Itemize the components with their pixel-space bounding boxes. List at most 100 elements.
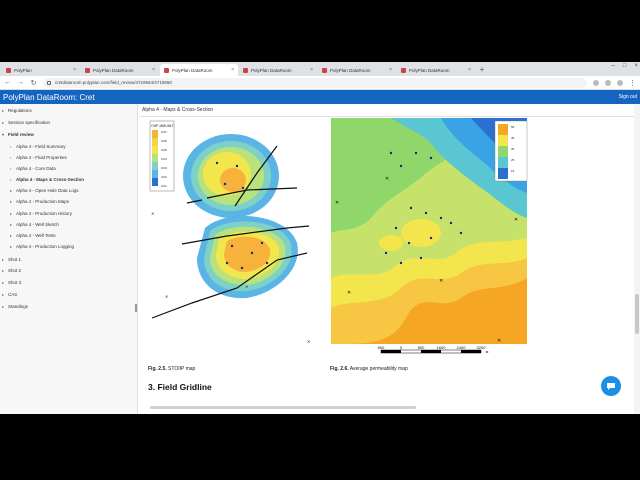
- close-window-icon[interactable]: ×: [634, 63, 638, 69]
- reload-icon[interactable]: ↻: [30, 79, 37, 87]
- tab-strip: PolyPlan × PolyPlan DataRoom × PolyPlan Da…: [0, 62, 640, 76]
- vertical-scrollbar[interactable]: [634, 104, 640, 414]
- close-icon[interactable]: ×: [389, 67, 392, 73]
- window-controls: – □ ×: [612, 63, 638, 69]
- sidebar-item-well-sketch[interactable]: ▸ Alpha 4 - Well Sketch: [10, 222, 59, 227]
- legend-tick: 15: [511, 169, 515, 173]
- tab-label: PolyPlan DataRoom: [172, 67, 213, 73]
- close-icon[interactable]: ×: [310, 67, 313, 73]
- chevron-right-icon: ▸: [10, 233, 13, 238]
- sidebar-item-session-specification[interactable]: ▸ Session specification: [2, 120, 50, 125]
- browser-tab[interactable]: PolyPlan DataRoom ×: [397, 64, 475, 76]
- url-field[interactable]: cretdataroom.polyplan.com/field_review/4…: [43, 77, 587, 88]
- bullet-icon: •: [10, 155, 12, 160]
- browser-tab[interactable]: PolyPlan DataRoom ×: [81, 64, 159, 76]
- maximize-icon[interactable]: □: [623, 63, 627, 69]
- minimize-icon[interactable]: –: [612, 63, 615, 69]
- svg-text:✕: ✕: [514, 217, 518, 223]
- sidebar-item-open-hole-data-logs[interactable]: ▸ Alpha 4 - Open Hole Data Logs: [10, 188, 79, 193]
- chevron-down-icon: ▾: [2, 132, 5, 137]
- figure-caption: Fig. 2.6. Average permeability map: [330, 366, 408, 372]
- close-icon[interactable]: ×: [73, 67, 76, 73]
- bullet-icon: •: [10, 144, 12, 149]
- lock-icon: [47, 80, 51, 85]
- legend-title: OIIP, MMUNIT: [151, 124, 174, 128]
- legend-tick: 0.03: [161, 166, 167, 170]
- svg-text:✕: ✕: [439, 278, 443, 284]
- app-title: PolyPlan DataRoom: Cret: [3, 92, 95, 102]
- extension-icon[interactable]: [593, 79, 599, 86]
- sign-out-link[interactable]: Sign out: [619, 94, 637, 100]
- sidebar-item-production-maps[interactable]: ▸ Alpha 4 - Production Maps: [10, 199, 69, 204]
- legend-tick: 25: [511, 158, 515, 162]
- scale-tick: 0: [400, 345, 403, 350]
- legend-tick: 0.07: [161, 130, 167, 134]
- sidebar-item-production-history[interactable]: ▸ Alpha 4 - Production History: [10, 211, 72, 216]
- app-header: PolyPlan DataRoom: Cret Sign out: [0, 90, 640, 104]
- back-icon[interactable]: ←: [4, 79, 11, 86]
- chevron-right-icon: ▸: [2, 268, 5, 273]
- legend-tick: 55: [511, 125, 515, 129]
- chevron-right-icon: ▸: [2, 108, 5, 113]
- browser-tab[interactable]: PolyPlan ×: [2, 64, 80, 76]
- forward-icon[interactable]: →: [17, 79, 24, 86]
- close-icon[interactable]: ×: [152, 67, 155, 73]
- breadcrumb: Alpha 4 - Maps & Cross-Section: [142, 107, 214, 113]
- permeability-map: ✕✕✕✕✕✕ 55 45 35 25 15 800 0 800 1600 240…: [331, 118, 528, 354]
- sidebar-item-field-summary[interactable]: • Alpha 4 - Field Summary: [10, 144, 66, 149]
- browser-tab[interactable]: PolyPlan DataRoom ×: [318, 64, 396, 76]
- sidebar-resize-handle[interactable]: [135, 304, 137, 312]
- favicon-icon: [322, 67, 327, 73]
- svg-text:✕: ✕: [385, 176, 389, 182]
- sidebar-item-shot-1[interactable]: ▸ Shot 1: [2, 257, 21, 262]
- section-heading: 3. Field Gridline: [148, 382, 212, 392]
- favicon-icon: [164, 67, 169, 73]
- browser-tab[interactable]: PolyPlan DataRoom ×: [239, 64, 317, 76]
- sidebar-item-shot-3[interactable]: ▸ Shot 3: [2, 280, 21, 285]
- close-icon[interactable]: ×: [231, 67, 234, 73]
- sidebar-item-fluid-properties[interactable]: • Alpha 4 - Fluid Properties: [10, 155, 67, 160]
- svg-text:✕: ✕: [165, 294, 168, 299]
- chevron-right-icon: ▸: [2, 292, 5, 297]
- favicon-icon: [6, 67, 11, 73]
- svg-text:✕: ✕: [497, 338, 501, 344]
- chat-button[interactable]: [601, 376, 621, 396]
- profile-icon[interactable]: [617, 79, 623, 86]
- svg-text:✕: ✕: [307, 339, 310, 343]
- sidebar-item-maps-cross-section[interactable]: • Alpha 4 - Maps & Cross-Section: [10, 177, 84, 182]
- browser-tab-active[interactable]: PolyPlan DataRoom ×: [160, 64, 238, 76]
- tab-label: PolyPlan DataRoom: [330, 67, 371, 73]
- horizontal-scrollbar[interactable]: [150, 406, 416, 409]
- chevron-right-icon: ▸: [10, 211, 13, 216]
- sidebar-item-core-data[interactable]: • Alpha 4 - Core Data: [10, 166, 56, 171]
- browser-window: PolyPlan × PolyPlan DataRoom × PolyPlan Da…: [0, 62, 640, 414]
- scale-unit: м: [486, 349, 489, 354]
- bullet-icon: •: [10, 166, 12, 171]
- chevron-right-icon: ▸: [2, 280, 5, 285]
- sidebar-item-well-tests[interactable]: ▸ Alpha 4 - Well Tests: [10, 233, 56, 238]
- scale-tick: 2400: [457, 345, 467, 350]
- bullet-icon: •: [10, 177, 12, 182]
- sidebar-item-regulations[interactable]: ▸ Regulations: [2, 108, 32, 113]
- tab-label: PolyPlan: [14, 67, 32, 73]
- sidebar-item-production-logging[interactable]: ▸ Alpha 4 - Production Logging: [10, 244, 74, 249]
- close-icon[interactable]: ×: [468, 67, 471, 73]
- menu-icon[interactable]: ⋮: [629, 79, 636, 87]
- sidebar-item-shot-2[interactable]: ▸ Shot 2: [2, 268, 21, 273]
- sidebar-item-cas[interactable]: ▸ CAS: [2, 292, 17, 297]
- legend-tick: 0.02: [161, 175, 167, 179]
- sidebar-item-field-review[interactable]: ▾ Field review: [2, 132, 34, 137]
- stoiip-map: ✕ ✕ ✕ ✕ OIIP, MMUNIT 0.07 0.06 0.05 0.04 0.…: [149, 120, 310, 343]
- legend-tick: 45: [511, 136, 515, 140]
- sidebar: ▸ Regulations ▸ Session specification ▾ Fie…: [0, 104, 138, 414]
- scrollbar-thumb[interactable]: [635, 294, 639, 334]
- scale-tick: 800: [378, 345, 385, 350]
- chat-icon: [607, 383, 615, 390]
- new-tab-button[interactable]: +: [476, 64, 488, 76]
- extension-icon[interactable]: [605, 79, 611, 86]
- legend-tick: 0.05: [161, 148, 167, 152]
- chevron-right-icon: ▸: [2, 304, 5, 309]
- svg-text:✕: ✕: [245, 284, 248, 289]
- legend-tick: 35: [511, 147, 515, 151]
- sidebar-item-standings[interactable]: ▸ Standings: [2, 304, 28, 309]
